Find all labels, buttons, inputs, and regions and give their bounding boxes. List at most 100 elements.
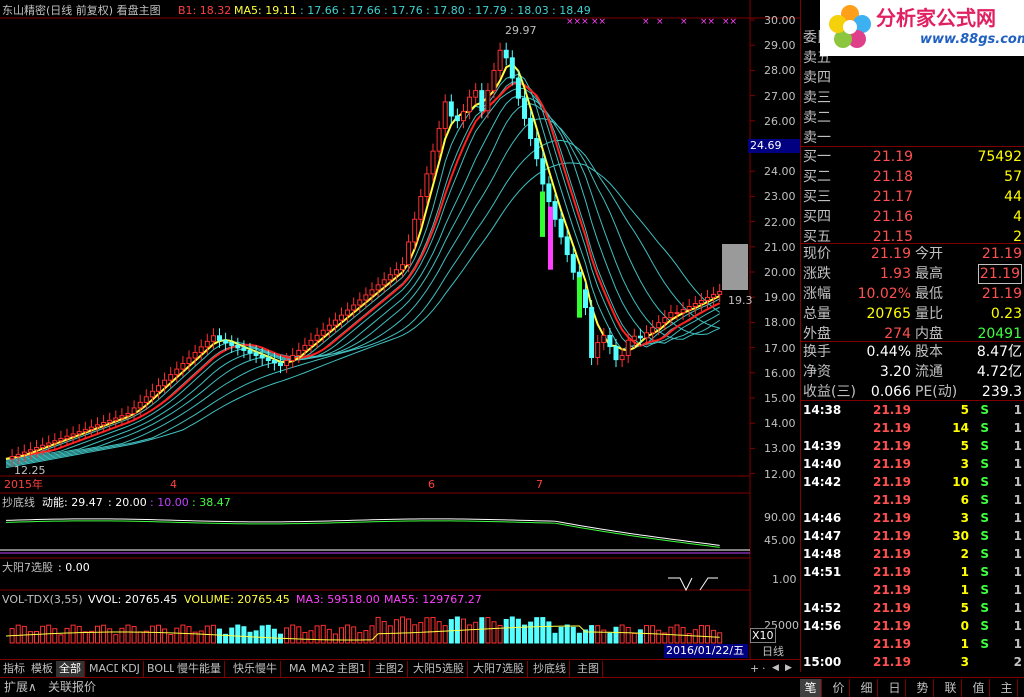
tick-price: 21.19 (873, 583, 911, 597)
price-axis-label: 20.00 (764, 266, 796, 279)
candle-body (613, 346, 619, 361)
tick-time: 14:38 (803, 403, 842, 417)
quote-tab-4[interactable]: 势 (912, 679, 934, 697)
volume-bar (656, 629, 662, 644)
candle-body (625, 339, 631, 356)
candle-body (21, 451, 27, 455)
quote-tab-0[interactable]: 笔 (800, 679, 822, 697)
buy-price: 21.16 (872, 209, 913, 225)
tab-14[interactable]: 抄底线 (530, 661, 570, 677)
volume-bar (461, 618, 466, 644)
candle-body (546, 183, 552, 203)
fundamental-value: 0.44% (866, 344, 911, 360)
candle-body (241, 347, 247, 351)
tab-15[interactable]: 主图 (574, 661, 603, 677)
candle-body (644, 332, 649, 339)
candle-body (101, 422, 107, 426)
tab-scroll-left-icon[interactable]: ◀ (772, 662, 779, 675)
indicator2-value: : 0.00 (58, 561, 90, 574)
candle-body (491, 69, 497, 92)
tick-row: 14:42 21.19 10 S 1 (801, 473, 1024, 491)
volume-bar (564, 624, 570, 644)
quote-row: 总量 20765 量比 0.23 (801, 304, 1024, 324)
price-axis-label: 15.00 (764, 392, 796, 405)
tick-row: 14:51 21.19 1 S 1 (801, 563, 1024, 581)
tab-10[interactable]: 主图1 (334, 661, 370, 677)
candle-body (607, 334, 613, 348)
indicator1-v1: : 20.00 (108, 496, 147, 509)
volume-bar (241, 626, 247, 644)
tick-count: 1 (1013, 493, 1022, 507)
candle-body-green (540, 191, 545, 237)
volume-bar (570, 626, 576, 644)
tab-2[interactable]: 全部 (56, 661, 85, 677)
price-axis-label: 27.00 (764, 89, 796, 103)
quote-tab-2[interactable]: 细 (856, 679, 878, 697)
tick-count: 1 (1013, 403, 1022, 417)
tick-row: 14:47 21.19 30 S 1 (801, 527, 1024, 545)
expand-button[interactable]: 扩展∧ (4, 681, 37, 694)
tab-dot: · (762, 662, 766, 675)
candle-body (674, 312, 680, 315)
tick-volume: 1 (960, 583, 969, 597)
related-quote-button[interactable]: 关联报价 (48, 681, 96, 694)
volume-bar (528, 621, 534, 644)
buy-row: 买四 21.16 4 (801, 207, 1024, 227)
quote-tab-6[interactable]: 值 (968, 679, 990, 697)
volume-bar (119, 627, 125, 644)
quote-row: 涨跌 1.93 最高 21.19 (801, 264, 1024, 284)
quote-tab-5[interactable]: 联 (940, 679, 962, 697)
tab-7[interactable]: 快乐慢牛 (230, 661, 281, 677)
volume-ma3: MA3: 59518.00 (296, 593, 380, 606)
volume-bar (168, 633, 174, 644)
signal-mark: ×× (591, 17, 606, 27)
tick-time: 14:46 (803, 511, 842, 525)
volume-bar (82, 631, 88, 644)
tab-8[interactable]: MA (286, 661, 311, 677)
quote-tab-3[interactable]: 日 (884, 679, 906, 697)
tab-6[interactable]: 慢牛能量 (174, 661, 225, 677)
buy-price: 21.19 (872, 149, 913, 165)
tab-4[interactable]: KDJ (118, 661, 144, 677)
buy-label: 买二 (803, 169, 831, 185)
candle-body (15, 453, 21, 458)
period-label[interactable]: 日线 (762, 645, 784, 658)
price-axis-label: 12.00 (764, 467, 796, 481)
date-cursor-label: 2016/01/22/五 (664, 644, 748, 658)
candle-body (223, 339, 229, 344)
candle-body (601, 334, 607, 344)
price-axis-label: 13.00 (764, 442, 796, 456)
last-price-label: 19.3 (728, 294, 753, 307)
tab-13[interactable]: 大阳7选股 (470, 661, 528, 677)
tick-price: 21.19 (873, 601, 911, 615)
candle-body (180, 363, 186, 370)
quote-tab-1[interactable]: 价 (828, 679, 850, 697)
candle-body (345, 309, 351, 316)
tick-side: S (980, 565, 989, 579)
ma-value-1: : 17.66 (342, 4, 381, 17)
tick-side: S (980, 457, 989, 471)
tick-side: S (980, 619, 989, 633)
tick-count: 1 (1013, 421, 1022, 435)
tab-12[interactable]: 大阳5选股 (410, 661, 468, 677)
tab-11[interactable]: 主图2 (372, 661, 408, 677)
tick-side: S (980, 403, 989, 417)
candle-body (680, 309, 686, 314)
candle-body (412, 218, 418, 243)
tab-1[interactable]: 模板 (28, 661, 57, 677)
tick-row: 21.19 1 S 1 (801, 581, 1024, 599)
candle-body (473, 90, 479, 98)
tab-scroll-right-icon[interactable]: ▶ (785, 662, 792, 675)
candle-body (137, 401, 143, 409)
volume-bar (607, 632, 613, 644)
quote-label: 最高 (915, 266, 943, 282)
tab-plus-button[interactable]: + (750, 662, 759, 675)
quote-tab-7[interactable]: 主 (996, 679, 1018, 697)
tick-volume: 5 (960, 403, 969, 417)
fundamental-label: 换手 (803, 344, 831, 360)
quote-panel-tabs: 笔价细日势联值主 (800, 677, 1024, 697)
volume-bar (503, 618, 509, 644)
volume-bar (393, 619, 399, 644)
tick-side: S (980, 493, 989, 507)
tab-0[interactable]: 指标 (0, 661, 29, 677)
